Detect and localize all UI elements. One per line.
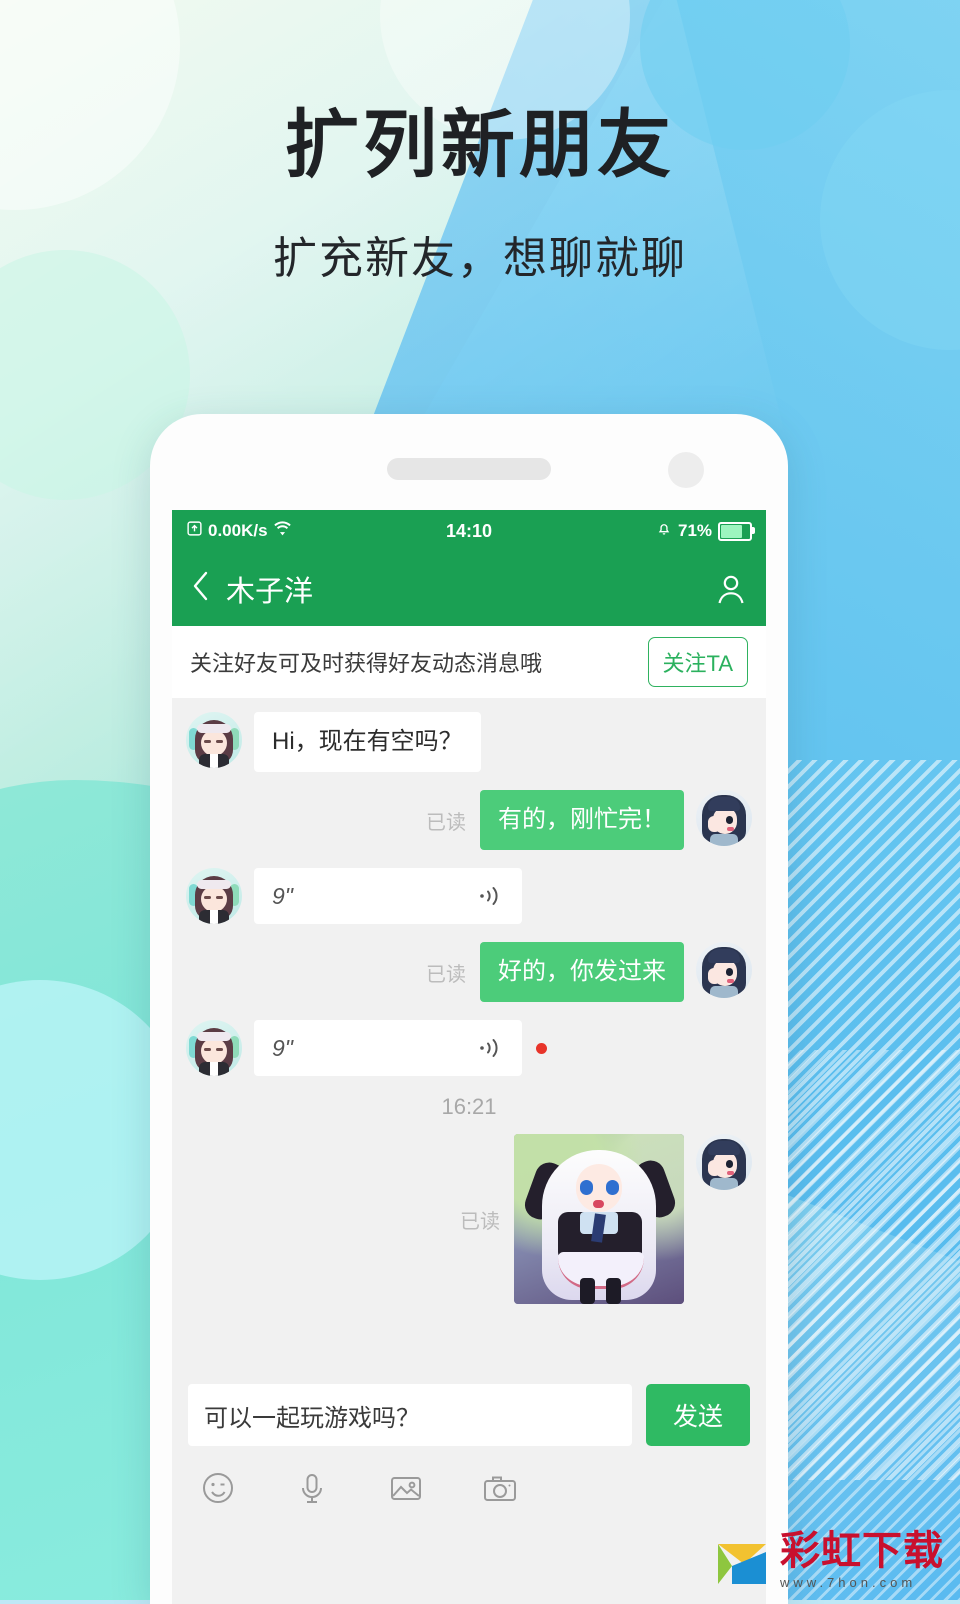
- chat-title: 木子洋: [226, 576, 314, 608]
- alarm-icon: [656, 521, 672, 542]
- watermark-text: 彩虹下载 www.7hon.com: [780, 1531, 944, 1590]
- network-speed-icon: [186, 520, 203, 542]
- battery-charging-icon: [718, 521, 756, 541]
- follow-banner: 关注好友可及时获得好友动态消息哦 关注TA: [172, 626, 766, 698]
- status-bar-clock: 14:10: [445, 520, 493, 541]
- status-bar-right: 71%: [492, 521, 756, 542]
- camera-icon[interactable]: [480, 1468, 520, 1508]
- phone-speaker: [387, 458, 551, 480]
- promo-subtitle: 扩充新友，想聊就聊: [273, 234, 687, 283]
- voice-message-bubble[interactable]: 9": [254, 1020, 522, 1076]
- watermark-logo-icon: [714, 1538, 770, 1590]
- image-icon[interactable]: [386, 1468, 426, 1508]
- chat-row-outgoing: 已读 好的，你发过来: [186, 942, 752, 1002]
- chat-row-outgoing: 已读 有的，刚忙完！: [186, 790, 752, 850]
- follow-banner-text: 关注好友可及时获得好友动态消息哦: [190, 651, 543, 676]
- avatar[interactable]: [696, 942, 752, 998]
- avatar[interactable]: [696, 1134, 752, 1190]
- status-bar-left: 0.00K/s: [186, 520, 446, 542]
- battery-percent-label: 71%: [677, 521, 713, 540]
- chat-message-list[interactable]: Hi，现在有空吗？ 已读 有的，刚忙完！ 9" 已读 好的，你发过来 9" 16…: [172, 698, 766, 1372]
- chat-row-outgoing: 已读: [186, 1134, 752, 1304]
- chat-timestamp: 16:21: [441, 1094, 497, 1119]
- wifi-icon: [273, 520, 292, 542]
- chat-row-incoming: 9": [186, 868, 752, 924]
- image-message[interactable]: [514, 1134, 684, 1304]
- chat-header: 木子洋: [172, 552, 766, 626]
- mic-icon[interactable]: [292, 1468, 332, 1508]
- status-bar: 0.00K/s 14:10 71%: [172, 510, 766, 552]
- chat-row-incoming: Hi，现在有空吗？: [186, 712, 752, 772]
- read-status: 已读: [460, 1210, 500, 1233]
- watermark: 彩虹下载 www.7hon.com: [714, 1531, 944, 1590]
- watermark-url: www.7hon.com: [780, 1575, 917, 1590]
- voice-message-bubble[interactable]: 9": [254, 868, 522, 924]
- watermark-name: 彩虹下载: [780, 1529, 944, 1573]
- phone-screen: 0.00K/s 14:10 71% 木子洋 关注好友可及时获得好友动态消息哦 关…: [172, 510, 766, 1604]
- message-bubble[interactable]: 有的，刚忙完！: [480, 790, 684, 850]
- avatar[interactable]: [186, 712, 242, 768]
- send-button[interactable]: 发送: [646, 1384, 750, 1446]
- avatar[interactable]: [186, 868, 242, 924]
- message-input-bar: 可以一起玩游戏吗？ 发送: [172, 1372, 766, 1508]
- input-row: 可以一起玩游戏吗？ 发送: [188, 1384, 750, 1446]
- avatar[interactable]: [186, 1020, 242, 1076]
- network-speed-label: 0.00K/s: [208, 521, 268, 540]
- person-icon[interactable]: [714, 572, 748, 606]
- read-status: 已读: [426, 811, 466, 834]
- input-tools: [188, 1446, 750, 1508]
- emoji-icon[interactable]: [198, 1468, 238, 1508]
- voice-wave-icon: [478, 884, 504, 908]
- message-input[interactable]: 可以一起玩游戏吗？: [188, 1384, 632, 1446]
- follow-button[interactable]: 关注TA: [647, 637, 748, 687]
- chat-row-incoming: 9": [186, 1020, 752, 1076]
- voice-wave-icon: [478, 1036, 504, 1060]
- voice-duration: 9": [272, 882, 293, 909]
- message-bubble[interactable]: Hi，现在有空吗？: [254, 712, 481, 772]
- unread-indicator: [536, 1042, 547, 1054]
- promo-headline-block: 扩列新朋友 扩充新友，想聊就聊: [0, 108, 960, 286]
- back-icon[interactable]: [190, 569, 212, 609]
- avatar[interactable]: [696, 790, 752, 846]
- phone-front-camera: [668, 452, 704, 488]
- message-bubble[interactable]: 好的，你发过来: [480, 942, 684, 1002]
- voice-duration: 9": [272, 1034, 293, 1061]
- phone-mockup: 0.00K/s 14:10 71% 木子洋 关注好友可及时获得好友动态消息哦 关…: [150, 414, 788, 1604]
- read-status: 已读: [426, 963, 466, 986]
- promo-title: 扩列新朋友: [285, 103, 675, 186]
